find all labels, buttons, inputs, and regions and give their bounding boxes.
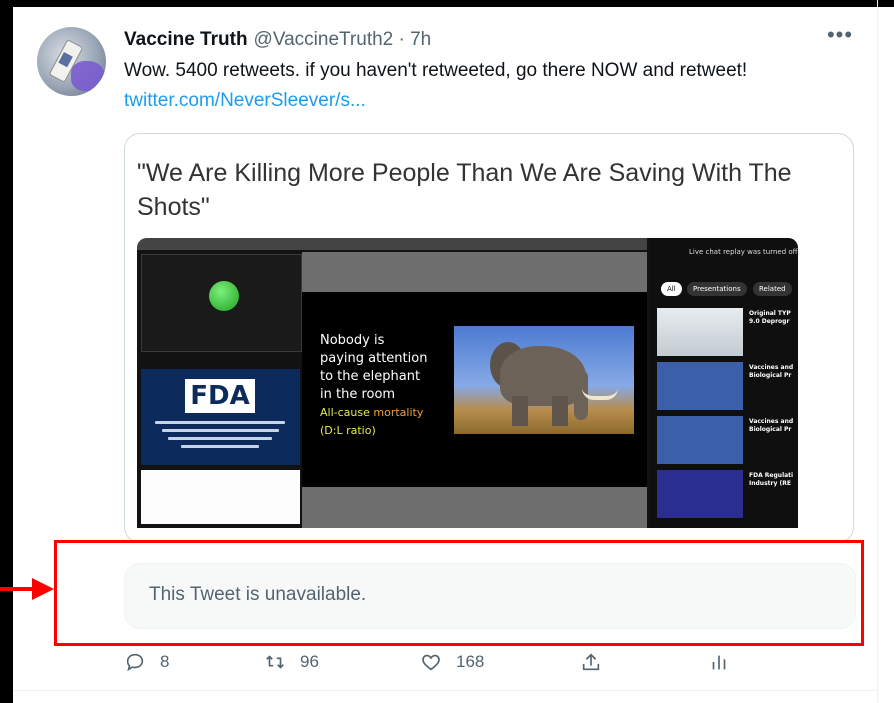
slide-text: Nobody is paying attention to the elepha… (320, 332, 427, 440)
reply-button[interactable]: 8 (124, 648, 169, 676)
related-thumb (657, 308, 743, 356)
share-button[interactable] (580, 648, 616, 676)
related-video-4[interactable]: FDA Regulati Industry (RE (657, 470, 797, 520)
timeline-right-divider (877, 0, 878, 703)
related-thumb (657, 470, 743, 518)
tweet-header: Vaccine Truth @VaccineTruth2 · 7h (124, 28, 431, 52)
annotation-arrow-icon (0, 578, 54, 600)
fda-logo: FDA (185, 379, 255, 413)
chip-presentations[interactable]: Presentations (687, 282, 747, 296)
avatar[interactable] (37, 27, 106, 96)
chip-all[interactable]: All (661, 282, 682, 296)
more-icon[interactable]: ••• (826, 24, 854, 50)
related-thumb (657, 362, 743, 410)
related-title: Original TYP 9.0 Deprogr (749, 310, 791, 325)
screen-top-border (0, 0, 894, 7)
tweet-text: Wow. 5400 retweets. if you haven't retwe… (124, 60, 748, 81)
card-title: "We Are Killing More People Than We Are … (137, 159, 792, 221)
slide-highlight-1: All-cause (320, 406, 370, 419)
fda-tile: FDA (141, 369, 300, 465)
video-chat-tile (141, 470, 300, 524)
share-icon (582, 653, 600, 671)
slide-highlight: All-cause mortality (320, 404, 427, 422)
retweet-count: 96 (300, 652, 319, 671)
tweet-actions: 8 96 168 (124, 648, 854, 676)
presentation-slide: Nobody is paying attention to the elepha… (302, 292, 647, 487)
analytics-icon (712, 655, 726, 670)
video-thumbnail[interactable]: FDA Nobody is paying attention to the el… (137, 238, 798, 528)
analytics-button[interactable] (708, 648, 744, 676)
link-card[interactable]: "We Are Killing More People Than We Are … (124, 133, 854, 543)
elephant-image (454, 326, 634, 434)
heart-icon (422, 654, 440, 671)
video-participant-tile (141, 254, 302, 352)
retweet-icon (266, 655, 284, 669)
slide-line-1: Nobody is (320, 333, 385, 348)
related-title: FDA Regulati Industry (RE (749, 472, 794, 487)
chip-related[interactable]: Related (753, 282, 792, 296)
slide-line-2: paying attention (320, 351, 428, 366)
related-video-3[interactable]: Vaccines and Biological Pr (657, 416, 797, 466)
reply-icon (126, 653, 144, 672)
related-thumb (657, 416, 743, 464)
slide-line-3: to the elephant (320, 369, 421, 384)
slide-highlight-2: mortality (373, 406, 424, 419)
author-name[interactable]: Vaccine Truth (124, 29, 248, 51)
participant-status-icon (209, 281, 239, 311)
related-title: Vaccines and Biological Pr (749, 418, 794, 433)
slide-highlight-3: (D:L ratio) (320, 424, 376, 437)
author-handle-time[interactable]: @VaccineTruth2 · 7h (254, 29, 432, 51)
related-title: Vaccines and Biological Pr (749, 364, 794, 379)
avatar-glove-image (71, 61, 105, 91)
reply-count: 8 (160, 652, 170, 671)
chat-replay-note: Live chat replay was turned off (689, 248, 798, 256)
related-video-2[interactable]: Vaccines and Biological Pr (657, 362, 797, 412)
annotation-red-box (54, 540, 864, 646)
video-sidebar: Live chat replay was turned off All Pres… (649, 238, 798, 528)
slide-line-4: in the room (320, 387, 396, 402)
related-video-1[interactable]: Original TYP 9.0 Deprogr (657, 308, 797, 358)
fda-caption-lines (155, 421, 285, 453)
retweet-button[interactable]: 96 (264, 648, 319, 676)
like-button[interactable]: 168 (420, 648, 484, 676)
tweet-link[interactable]: twitter.com/NeverSleever/s... (124, 90, 366, 112)
video-toolbar (137, 238, 647, 250)
like-count: 168 (456, 652, 485, 671)
tweet-bottom-divider (13, 690, 877, 691)
